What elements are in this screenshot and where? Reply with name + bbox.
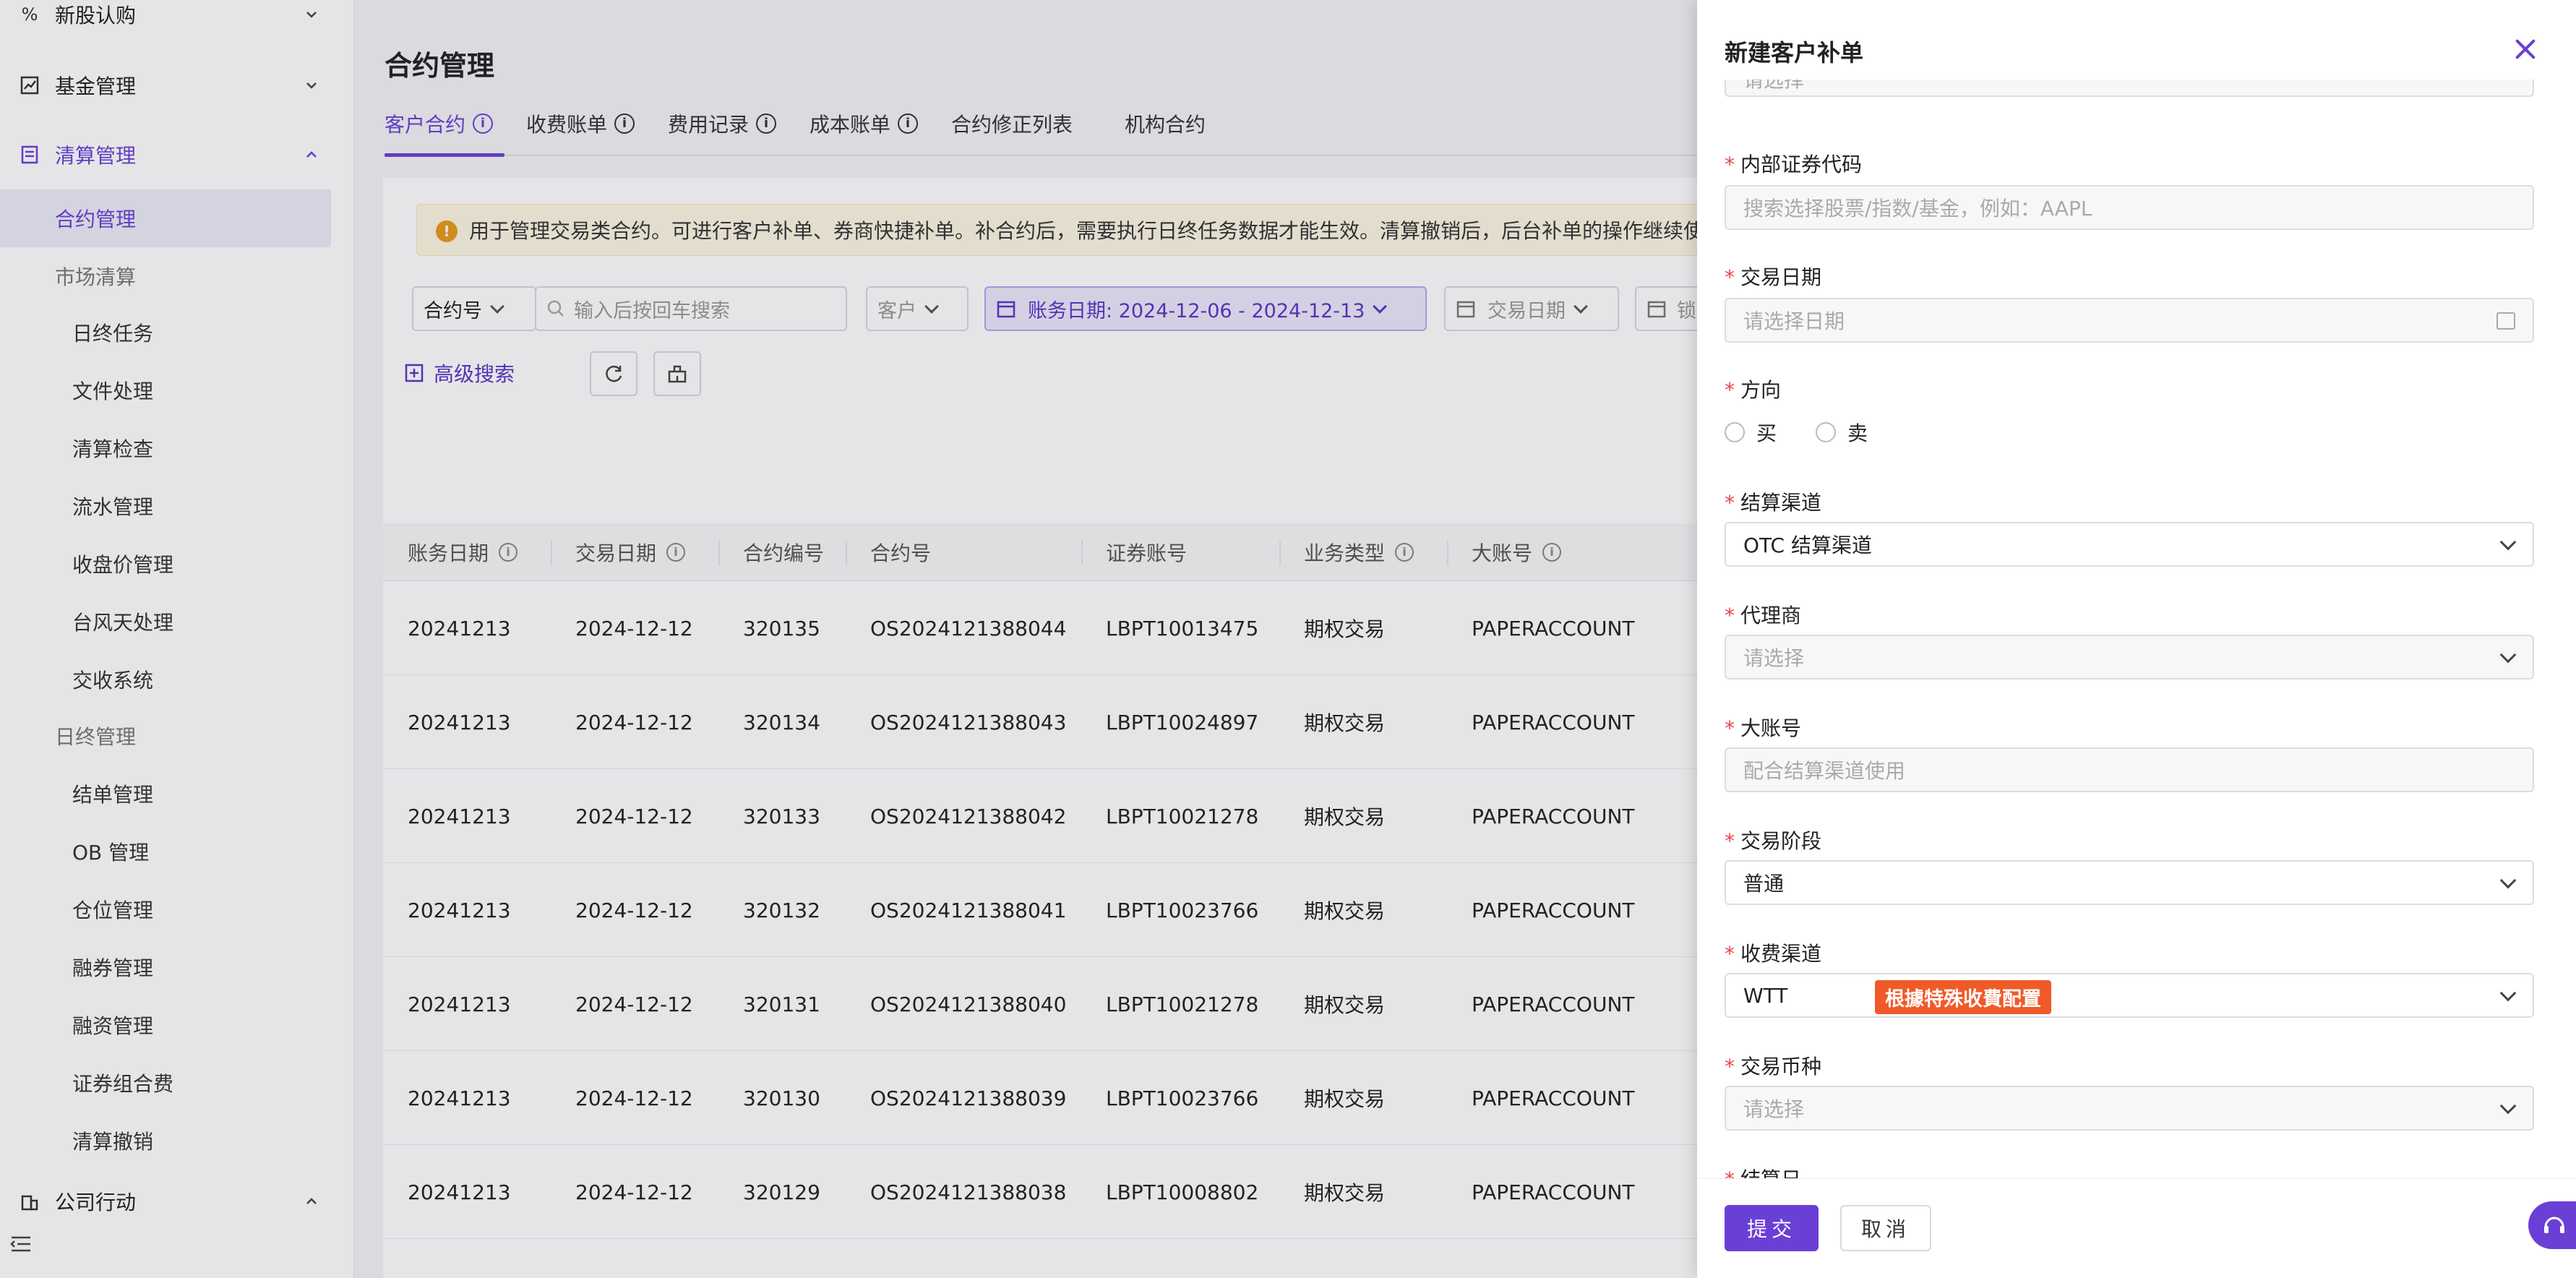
fee-channel-label: * 收费渠道 [1725, 942, 1822, 966]
drawer-form: 请选择 * 内部证券代码 搜索选择股票/指数/基金，例如：AAPL * 交易日期 请… [1697, 80, 2576, 1178]
chevron-down-icon [2499, 872, 2517, 889]
code-label: * 内部证券代码 [1725, 153, 1863, 176]
modal-overlay[interactable] [0, 0, 1697, 1278]
top-select[interactable]: 请选择 [1725, 80, 2534, 97]
currency-label: * 交易币种 [1725, 1055, 1822, 1078]
big-account-label: * 大账号 [1725, 716, 1802, 740]
trade-date-input[interactable]: 请选择日期 [1725, 298, 2534, 343]
settlement-channel-value[interactable]: OTC 结算渠道 [1725, 522, 1917, 567]
help-button[interactable] [2528, 1201, 2576, 1249]
chevron-down-icon [2499, 646, 2517, 664]
big-account-input[interactable]: 配合结算渠道使用 [1725, 747, 2534, 792]
calendar-icon [2496, 312, 2515, 330]
drawer-footer: 提交 取消 [1697, 1178, 2576, 1278]
chevron-down-icon [2499, 533, 2517, 551]
direction-buy-radio[interactable]: 买 [1725, 418, 1777, 447]
agent-select[interactable]: 请选择 [1725, 635, 2534, 679]
chevron-down-icon [2499, 985, 2517, 1002]
drawer-title: 新建客户补单 [1725, 39, 1864, 67]
radio-circle [1816, 422, 1836, 442]
radio-circle [1725, 422, 1745, 442]
settlement-channel-label: * 结算渠道 [1725, 491, 1822, 515]
submit-button[interactable]: 提交 [1725, 1205, 1819, 1251]
chevron-down-icon [2499, 1097, 2517, 1115]
new-order-drawer: 新建客户补单 请选择 * 内部证券代码 搜索选择股票/指数/基金，例如：AAPL … [1697, 0, 2576, 1278]
headset-icon [2544, 1217, 2564, 1233]
close-icon[interactable] [2512, 36, 2538, 62]
direction-sell-radio[interactable]: 卖 [1816, 418, 1868, 447]
currency-select[interactable]: 请选择 [1725, 1086, 2534, 1131]
fee-config-badge: 根據特殊收費配置 [1875, 980, 2051, 1014]
agent-label: * 代理商 [1725, 604, 1802, 627]
cancel-button[interactable]: 取消 [1840, 1205, 1931, 1251]
trade-phase-label: * 交易阶段 [1725, 829, 1822, 853]
security-code-input[interactable]: 搜索选择股票/指数/基金，例如：AAPL [1725, 185, 2534, 230]
direction-label: * 方向 [1725, 378, 1782, 402]
trade-date-label: * 交易日期 [1725, 265, 1822, 289]
trade-phase-value[interactable]: 普通 [1725, 860, 1873, 905]
settlement-date-label: *结算日 [1725, 1164, 1801, 1178]
fee-channel-select[interactable]: WTT [1725, 973, 2534, 1018]
